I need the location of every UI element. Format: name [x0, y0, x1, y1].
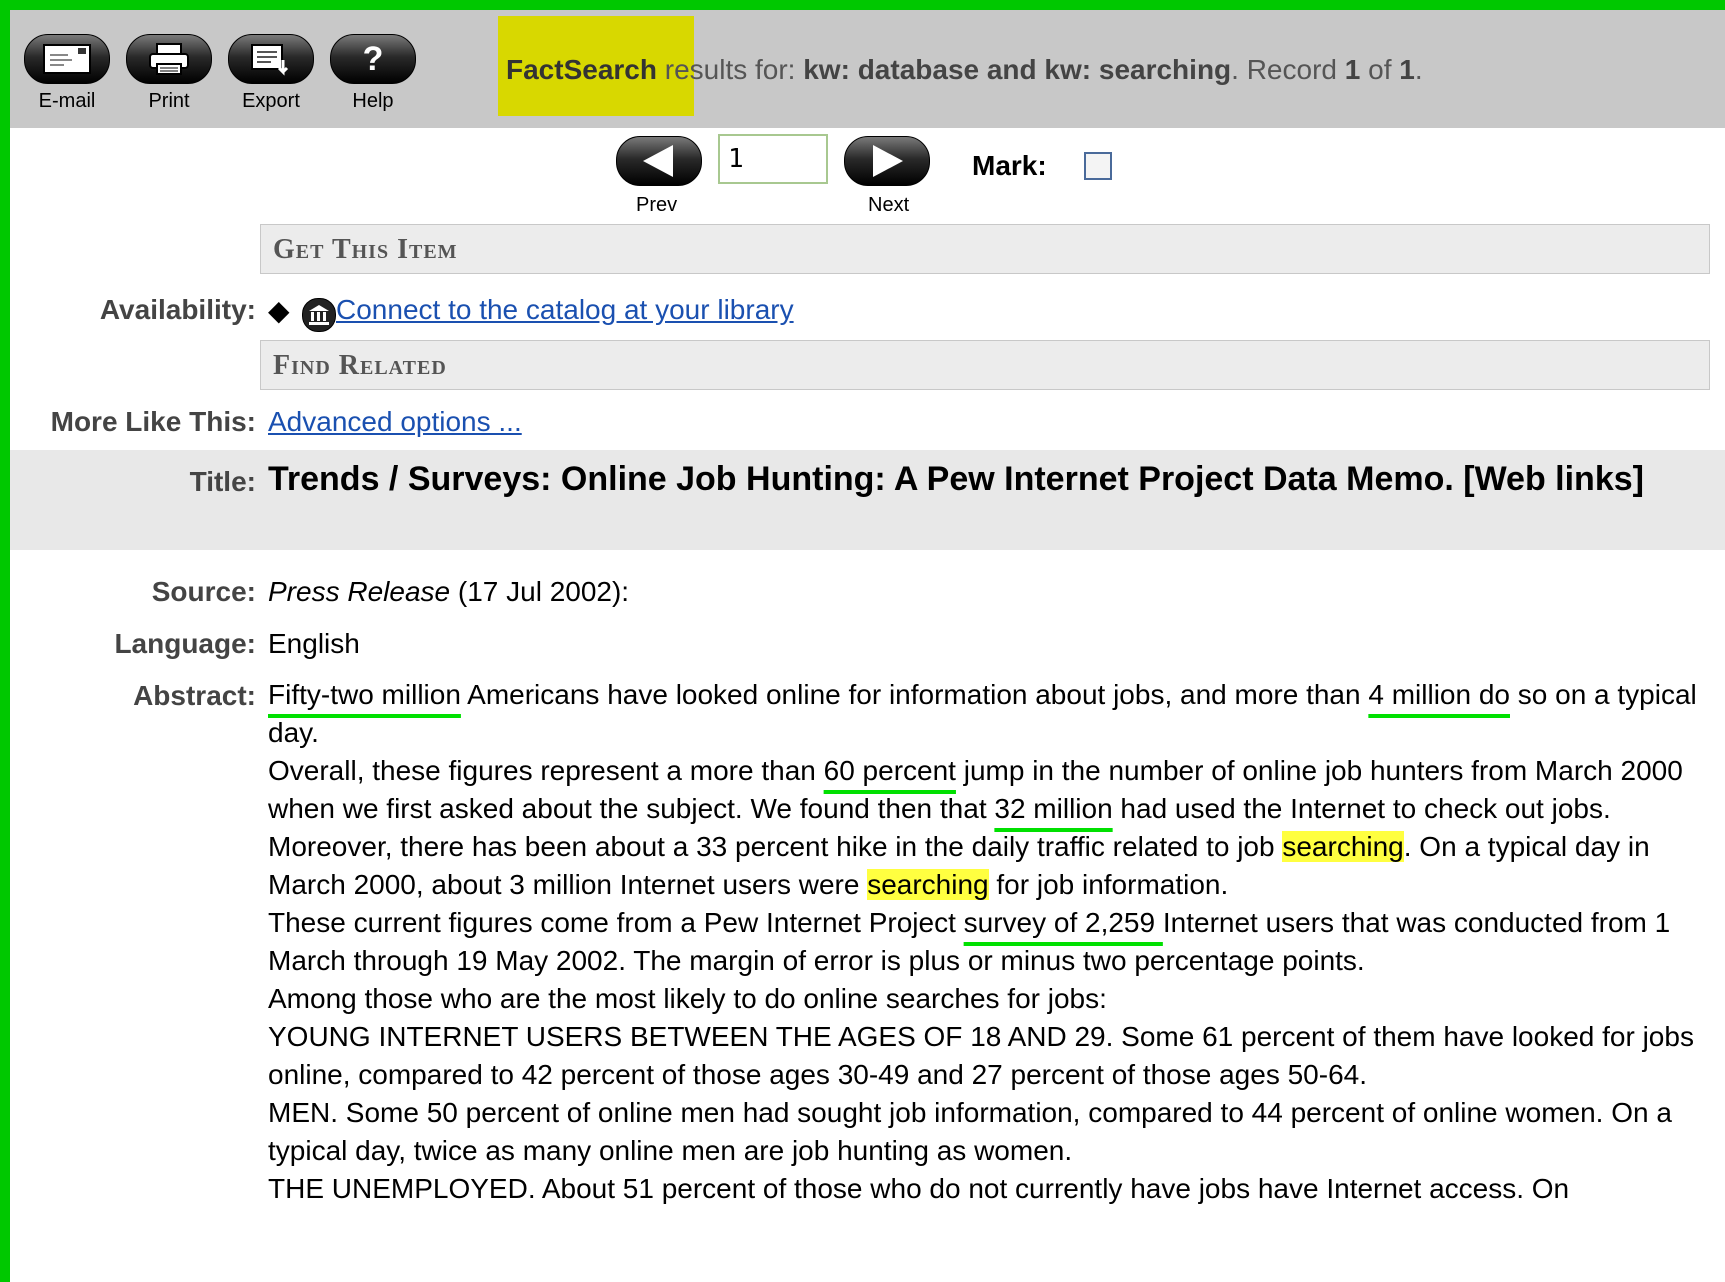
- search-term-highlight: searching: [867, 869, 989, 900]
- advanced-options-link[interactable]: Advanced options ...: [268, 406, 522, 438]
- abstract-paragraph: Overall, these figures represent a more …: [268, 752, 1708, 904]
- source-label: Source:: [151, 576, 256, 607]
- record-number-input[interactable]: [718, 134, 828, 184]
- language-value: English: [268, 628, 360, 659]
- bullet-icon: ◆: [268, 295, 290, 326]
- abstract-span: Americans have looked online for informa…: [460, 679, 1369, 710]
- prev-button[interactable]: [616, 136, 702, 186]
- abstract-highlight: 60 percent: [823, 755, 956, 786]
- export-label: Export: [242, 90, 300, 112]
- next-button[interactable]: [844, 136, 930, 186]
- abstract-highlight: Fifty-two million: [268, 679, 461, 710]
- header-end: .: [1414, 54, 1423, 85]
- question-mark-icon: ?: [330, 34, 416, 84]
- results-for-text: results for:: [656, 54, 804, 85]
- source-date: (17 Jul 2002):: [450, 576, 630, 607]
- abstract-text: Fifty-two million Americans have looked …: [268, 676, 1708, 1208]
- abstract-paragraph: MEN. Some 50 percent of online men had s…: [268, 1097, 1672, 1166]
- record-title: Trends / Surveys: Online Job Hunting: A …: [268, 460, 1644, 498]
- abstract-paragraph: These current figures come from a Pew In…: [268, 904, 1708, 980]
- abstract-paragraph: THE UNEMPLOYED. About 51 percent of thos…: [268, 1173, 1570, 1204]
- help-button[interactable]: ? Help: [330, 34, 416, 113]
- toolbar: E-mail Print Export ? Help FactSearch re…: [10, 10, 1725, 128]
- abstract-paragraph: Among those who are the most likely to d…: [268, 983, 1107, 1014]
- library-icon: [302, 298, 336, 332]
- record-number: 1: [1344, 54, 1361, 85]
- email-icon: [24, 34, 110, 84]
- language-label: Language:: [114, 628, 256, 659]
- record-page: E-mail Print Export ? Help FactSearch re…: [10, 10, 1725, 1282]
- catalog-link[interactable]: Connect to the catalog at your library: [336, 294, 794, 326]
- printer-icon: [126, 34, 212, 84]
- arrow-right-icon: [873, 145, 903, 177]
- abstract-paragraph: YOUNG INTERNET USERS BETWEEN THE AGES OF…: [268, 1021, 1694, 1090]
- record-prefix: . Record: [1231, 54, 1345, 85]
- prev-label: Prev: [636, 194, 678, 216]
- export-button[interactable]: Export: [228, 34, 314, 113]
- email-button[interactable]: E-mail: [24, 34, 110, 113]
- search-term-highlight: searching: [1282, 831, 1404, 862]
- abstract-span: Overall, these figures represent a more …: [268, 755, 824, 786]
- help-label: Help: [352, 90, 394, 112]
- export-icon: [228, 34, 314, 84]
- title-label: Title:: [189, 466, 256, 497]
- get-this-item-header: Get This Item: [260, 224, 1710, 274]
- record-of: of: [1360, 54, 1400, 85]
- abstract-span: for job information.: [988, 869, 1229, 900]
- abstract-paragraph: Fifty-two million Americans have looked …: [268, 676, 1708, 752]
- abstract-highlight: 4 million do: [1368, 679, 1510, 710]
- source-publication: Press Release: [268, 576, 451, 607]
- mark-checkbox[interactable]: [1084, 152, 1112, 180]
- abstract-span: These current figures come from a Pew In…: [268, 907, 964, 938]
- mark-label: Mark:: [972, 150, 1047, 181]
- more-like-this-label: More Like This:: [50, 406, 256, 437]
- print-button[interactable]: Print: [126, 34, 212, 113]
- print-label: Print: [148, 90, 190, 112]
- abstract-label: Abstract:: [133, 680, 256, 711]
- results-header: FactSearch results for: kw: database and…: [506, 54, 1423, 86]
- brand-name: FactSearch: [506, 54, 657, 85]
- abstract-highlight: 32 million: [994, 793, 1113, 824]
- arrow-left-icon: [643, 145, 673, 177]
- source-value: Press Release (17 Jul 2002):: [268, 576, 629, 608]
- record-total: 1: [1399, 54, 1415, 85]
- abstract-highlight: survey of 2,259: [963, 907, 1163, 938]
- email-label: E-mail: [38, 90, 96, 112]
- query-text: kw: database and kw: searching: [803, 54, 1232, 85]
- find-related-header: Find Related: [260, 340, 1710, 390]
- availability-label: Availability:: [99, 294, 256, 325]
- next-label: Next: [868, 194, 910, 216]
